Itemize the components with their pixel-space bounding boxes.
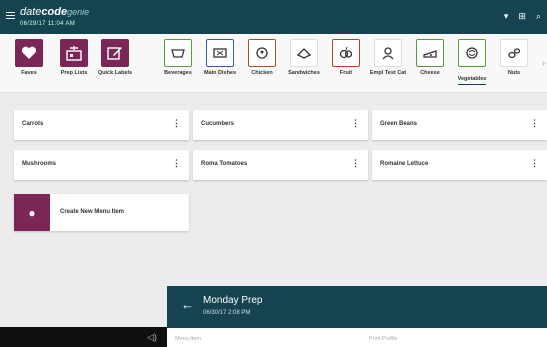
category-chicken[interactable]: Chicken bbox=[241, 39, 283, 77]
prep-list-sheet: ← Monday Prep 06/30/17 2:08 PM Menu Item… bbox=[167, 286, 547, 347]
volume-icon[interactable]: ◁) bbox=[147, 332, 157, 343]
menu-item-card[interactable]: Romaine Lettuce ⋮ bbox=[372, 150, 547, 180]
edit-icon bbox=[101, 39, 129, 67]
chevron-right-icon[interactable]: › bbox=[542, 58, 545, 68]
more-options-icon[interactable]: ⋮ bbox=[530, 118, 539, 129]
column-print-profile: Print Profile bbox=[369, 336, 398, 342]
create-menu-item-button[interactable]: ● Create New Menu Item bbox=[14, 194, 189, 231]
sandwich-icon bbox=[290, 39, 318, 67]
menu-item-name: Mushrooms bbox=[22, 161, 57, 167]
category-empl-test-cat[interactable]: Empl Test Cat bbox=[367, 39, 409, 77]
vegetable-icon bbox=[458, 39, 486, 67]
menu-item-name: Cucumbers bbox=[201, 121, 235, 127]
app-header: datecodegenie 06/29/17 11:04 AM ▾ ⊞ ⌕ bbox=[0, 0, 547, 34]
header-timestamp: 06/29/17 11:04 AM bbox=[20, 21, 76, 27]
prep-list-title: Monday Prep bbox=[203, 295, 263, 306]
category-vegetables[interactable]: Vegetables bbox=[451, 39, 493, 85]
menu-item-card[interactable]: Cucumbers ⋮ bbox=[193, 110, 368, 140]
category-beverages[interactable]: Beverages bbox=[157, 39, 199, 77]
menu-item-name: Romaine Lettuce bbox=[380, 161, 429, 167]
more-options-icon[interactable]: ⋮ bbox=[172, 118, 181, 129]
menu-icon[interactable] bbox=[6, 12, 15, 19]
dropdown-icon[interactable]: ▾ bbox=[504, 11, 509, 22]
menu-item-card[interactable]: Green Beans ⋮ bbox=[372, 110, 547, 140]
chicken-icon bbox=[248, 39, 276, 67]
back-arrow-icon[interactable]: ← bbox=[181, 297, 194, 312]
fruit-icon bbox=[332, 39, 360, 67]
menu-item-name: Green Beans bbox=[380, 121, 418, 127]
system-nav-bar bbox=[0, 327, 167, 347]
more-options-icon[interactable]: ⋮ bbox=[351, 118, 360, 129]
category-main-dishes[interactable]: Main Dishes bbox=[199, 39, 241, 77]
sync-icon[interactable]: ⊞ bbox=[518, 11, 526, 22]
menu-item-name: Roma Tomatoes bbox=[201, 161, 248, 167]
menu-item-name: Carrots bbox=[22, 121, 44, 127]
brand-logo: datecodegenie bbox=[20, 6, 90, 18]
employee-icon bbox=[374, 39, 402, 67]
more-options-icon[interactable]: ⋮ bbox=[172, 158, 181, 169]
column-menu-item: Menu Item bbox=[175, 336, 201, 342]
main-dish-icon bbox=[206, 39, 234, 67]
category-nuts[interactable]: Nuts bbox=[493, 39, 535, 77]
menu-item-card[interactable]: Roma Tomatoes ⋮ bbox=[193, 150, 368, 180]
category-bar: Faves Prep Lists Quick Labels Beverages … bbox=[0, 34, 547, 93]
search-icon[interactable]: ⌕ bbox=[536, 11, 541, 22]
heart-icon bbox=[15, 39, 43, 67]
nut-icon bbox=[500, 39, 528, 67]
create-menu-item-label: Create New Menu Item bbox=[60, 209, 125, 215]
category-sandwiches[interactable]: Sandwiches bbox=[283, 39, 325, 77]
category-faves[interactable]: Faves bbox=[8, 39, 50, 77]
category-prep-lists[interactable]: Prep Lists bbox=[53, 39, 95, 77]
more-options-icon[interactable]: ⋮ bbox=[530, 158, 539, 169]
category-cheese[interactable]: Cheese bbox=[409, 39, 451, 77]
plus-icon: ● bbox=[14, 194, 50, 231]
more-options-icon[interactable]: ⋮ bbox=[351, 158, 360, 169]
kitchen-icon bbox=[60, 39, 88, 67]
menu-item-card[interactable]: Carrots ⋮ bbox=[14, 110, 189, 140]
beverage-icon bbox=[164, 39, 192, 67]
cheese-icon bbox=[416, 39, 444, 67]
category-quick-labels[interactable]: Quick Labels bbox=[94, 39, 136, 77]
category-fruit[interactable]: Fruit bbox=[325, 39, 367, 77]
prep-list-date: 06/30/17 2:08 PM bbox=[203, 310, 251, 316]
menu-item-card[interactable]: Mushrooms ⋮ bbox=[14, 150, 189, 180]
prep-list-header: ← Monday Prep 06/30/17 2:08 PM bbox=[167, 286, 547, 328]
